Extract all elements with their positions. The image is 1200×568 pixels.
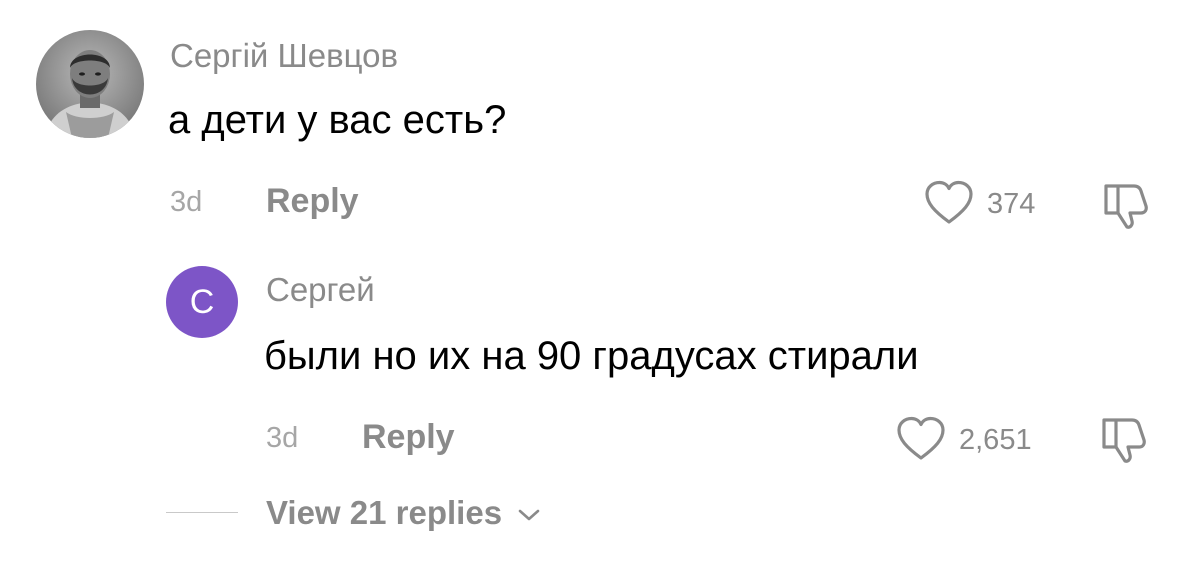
user-photo-icon: [36, 30, 144, 138]
dislike-button[interactable]: [1100, 180, 1154, 230]
avatar[interactable]: [36, 30, 144, 138]
reply-dislike-button[interactable]: [1098, 414, 1152, 464]
reply-like-count: 2,651: [959, 424, 1032, 456]
reply-timestamp: 3d: [266, 422, 299, 454]
like-button[interactable]: [924, 180, 974, 226]
heart-outline-icon: [897, 416, 945, 460]
reply-button[interactable]: Reply: [266, 182, 359, 221]
view-replies-button[interactable]: View 21 replies: [266, 494, 541, 532]
like-count: 374: [987, 188, 1036, 220]
chevron-down-icon: [518, 509, 540, 521]
comment-text: а дети у вас есть?: [168, 98, 507, 142]
comment-author[interactable]: Сергій Шевцов: [170, 36, 398, 76]
reply-avatar[interactable]: С: [166, 266, 238, 338]
thumbs-down-outline-icon: [1104, 184, 1148, 229]
reply-reply-button[interactable]: Reply: [362, 418, 455, 457]
comment-timestamp: 3d: [170, 186, 203, 218]
view-replies-divider: [166, 512, 238, 513]
reply-author[interactable]: Сергей: [266, 270, 375, 310]
thumbs-down-outline-icon: [1102, 418, 1146, 463]
reply-like-button[interactable]: [896, 416, 946, 462]
heart-outline-icon: [925, 180, 973, 224]
reply-text: были но их на 90 градусах стирали: [264, 334, 919, 378]
view-replies-label: View 21 replies: [266, 494, 503, 531]
